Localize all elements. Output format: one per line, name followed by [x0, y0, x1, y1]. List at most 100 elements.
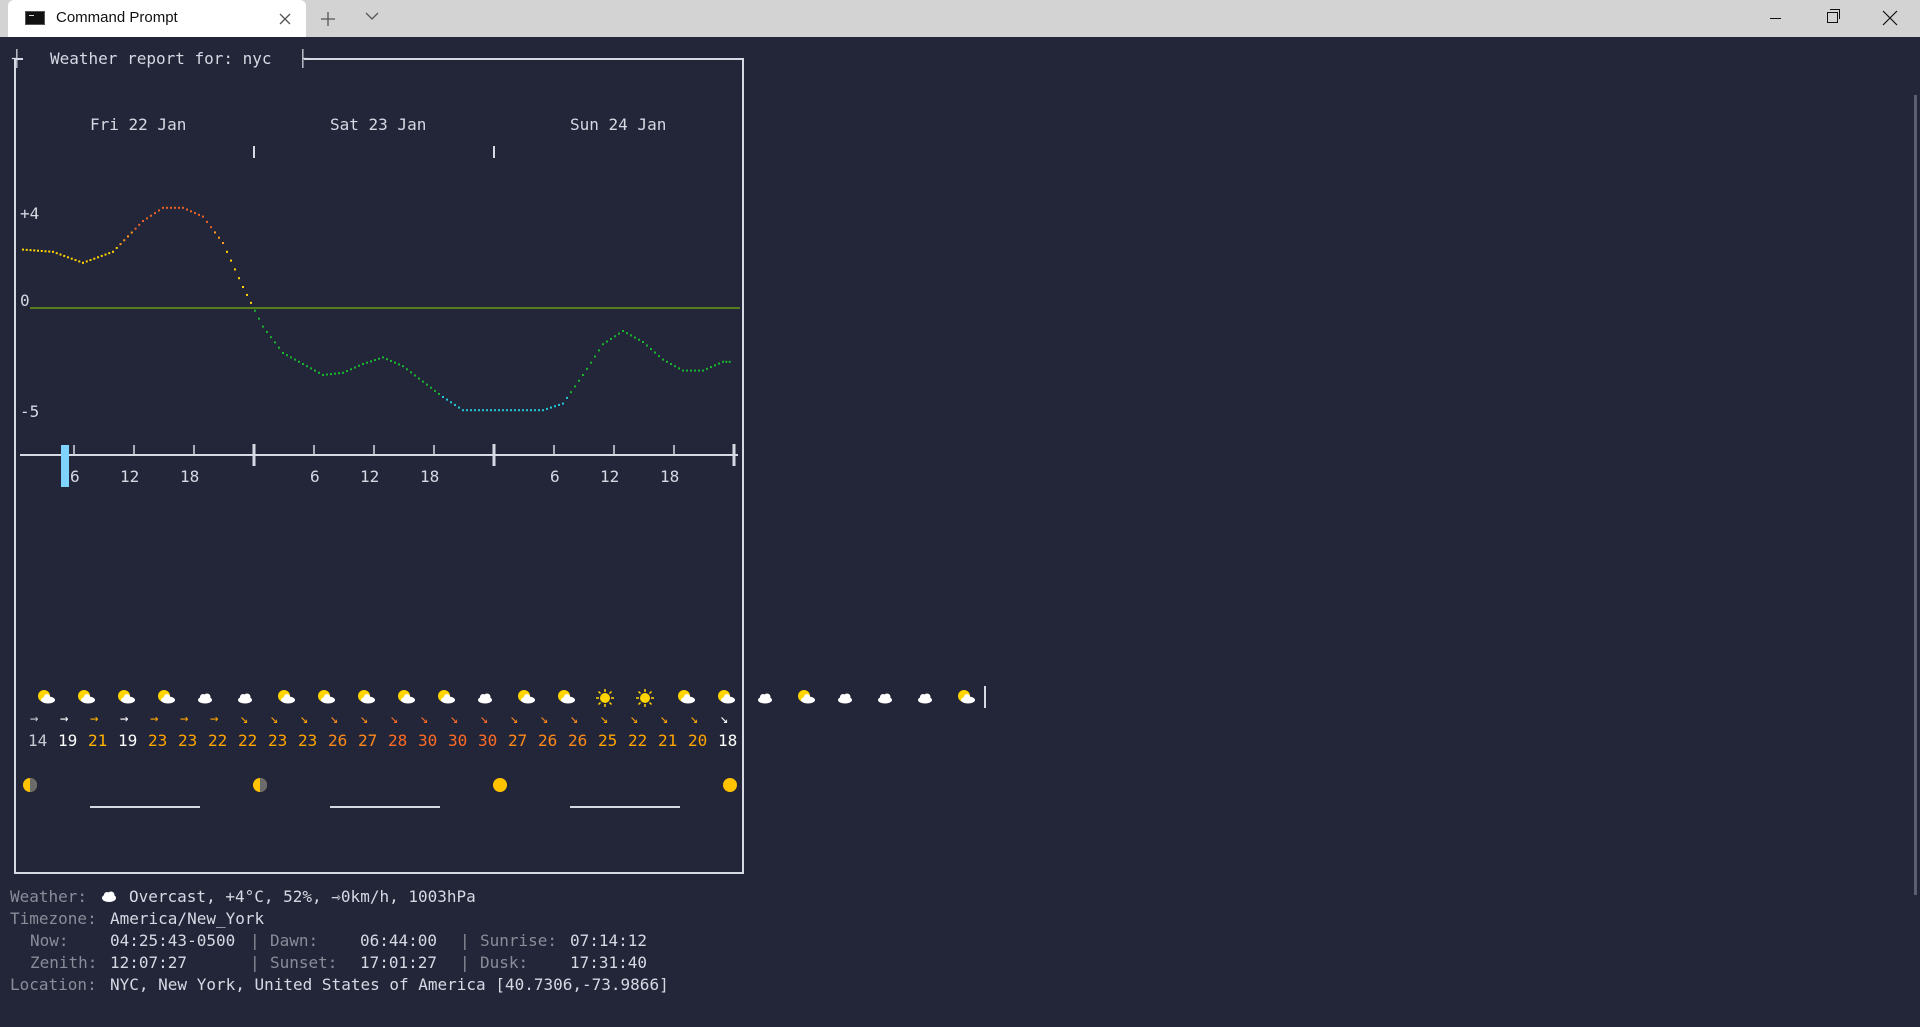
temperature-point — [698, 369, 700, 372]
temperature-point — [722, 360, 724, 363]
temperature-point — [562, 402, 564, 405]
temperature-point — [366, 361, 368, 364]
temperature-point — [522, 409, 524, 412]
temperature-point — [586, 367, 588, 370]
temperature-point — [558, 403, 560, 406]
temperature-point — [650, 348, 652, 351]
temperature-point — [550, 406, 552, 409]
temperature-point — [574, 385, 576, 388]
dawn-label: Dawn: — [270, 931, 319, 950]
temperature-point — [454, 403, 456, 406]
temperature-point — [614, 335, 616, 338]
temperature-point — [115, 246, 118, 249]
zenith-label: Zenith: — [30, 953, 98, 972]
temperature-point — [582, 374, 584, 376]
wind-direction-arrow: ↘ — [600, 711, 609, 727]
cloud-icon — [916, 689, 934, 708]
minimize-icon — [1770, 18, 1781, 19]
temperature-point — [25, 248, 28, 251]
temperature-point — [670, 363, 672, 365]
temperature-point — [70, 257, 73, 260]
temperature-point — [470, 409, 472, 412]
wind-speed: 19 — [118, 731, 138, 750]
temperature-point — [534, 409, 536, 412]
temperature-point — [226, 250, 228, 253]
cloud-sun-icon — [356, 689, 376, 709]
temperature-point — [266, 330, 268, 333]
temperature-point — [93, 257, 96, 260]
cloud-icon — [476, 689, 494, 708]
wind-direction-arrow: ↘ — [450, 711, 459, 727]
wind-direction-arrow: → — [90, 711, 99, 727]
cloud-icon — [876, 689, 894, 708]
temperature-point — [414, 374, 416, 377]
temperature-point — [142, 220, 144, 222]
wind-direction-arrow: ↘ — [330, 711, 339, 727]
temperature-point — [202, 215, 204, 218]
wind-direction-arrow: → — [60, 711, 69, 727]
temperature-point — [526, 409, 528, 412]
separator: | — [250, 931, 260, 950]
minimize-button[interactable] — [1748, 0, 1804, 37]
temperature-point — [725, 360, 728, 363]
temperature-point — [498, 409, 500, 412]
temperature-point — [374, 359, 376, 362]
temperature-point — [598, 349, 600, 352]
temperature-point — [112, 250, 114, 253]
wind-direction-arrow: ↘ — [510, 711, 519, 727]
close-window-button[interactable] — [1862, 0, 1918, 37]
temperature-point — [198, 213, 200, 216]
moon-waxing-gibbous-icon — [722, 777, 738, 797]
temperature-point — [510, 409, 512, 412]
wind-speed: 30 — [448, 731, 468, 750]
temperature-point — [422, 380, 424, 383]
temperature-point — [430, 386, 432, 389]
wind-speed: 19 — [58, 731, 78, 750]
temperature-point — [123, 239, 126, 242]
temperature-point — [362, 363, 364, 365]
wind-speed: 22 — [208, 731, 228, 750]
temperature-point — [622, 330, 624, 332]
temperature-point — [67, 256, 69, 259]
temperature-point — [82, 261, 84, 264]
temperature-point — [154, 212, 156, 215]
temperature-point — [338, 372, 340, 375]
wind-speed: 14 — [28, 731, 48, 750]
scrollbar[interactable] — [1914, 95, 1917, 895]
temperature-point — [538, 409, 540, 412]
temperature-point — [158, 209, 160, 212]
location-label: Location: — [10, 975, 97, 994]
temperature-point — [450, 401, 452, 404]
temperature-point — [33, 249, 36, 252]
temperature-point — [358, 364, 360, 367]
temperature-point — [702, 369, 704, 372]
wind-direction-arrow: → — [180, 711, 189, 727]
wind-speed: 27 — [508, 731, 528, 750]
temperature-point — [402, 365, 404, 368]
wind-direction-arrow: → — [210, 711, 219, 727]
temperature-point — [74, 259, 77, 262]
temperature-point — [390, 359, 392, 362]
temperature-point — [434, 389, 436, 392]
temperature-point — [466, 409, 468, 412]
temperature-point — [302, 363, 304, 365]
temperature-point — [234, 268, 236, 271]
temperature-point — [458, 406, 460, 409]
cloud-icon — [102, 891, 116, 902]
temperature-point — [386, 358, 388, 361]
temperature-point — [638, 338, 640, 341]
current-time-marker — [61, 445, 69, 487]
wind-speed: 18 — [718, 731, 738, 750]
cloud-sun-icon — [396, 689, 416, 709]
cloud-sun-icon — [436, 689, 456, 709]
temperature-point — [170, 206, 172, 209]
wind-direction-arrow: ↘ — [480, 711, 489, 727]
restore-button[interactable] — [1804, 0, 1860, 37]
temperature-point — [634, 336, 636, 339]
temperature-point — [230, 259, 232, 262]
cloud-sun-icon — [556, 689, 576, 709]
temperature-point — [290, 356, 292, 359]
temperature-point — [490, 409, 492, 412]
separator: | — [250, 953, 260, 972]
wind-speed: 30 — [478, 731, 498, 750]
